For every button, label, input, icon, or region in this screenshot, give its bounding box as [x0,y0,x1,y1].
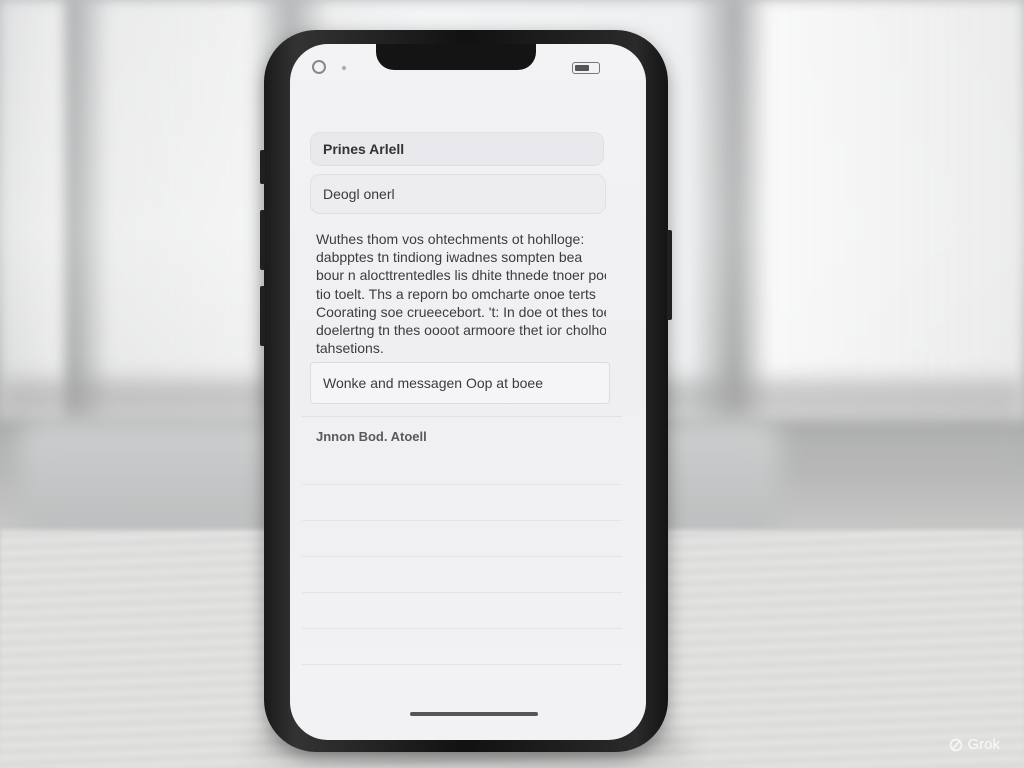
home-indicator[interactable] [410,712,538,716]
battery-icon [572,62,600,74]
smartphone: Prines Arlell Deogl onerl Wuthes thom vo… [260,30,672,752]
body-line: dabpptes tn tindiong iwadnes sompten bea [316,249,583,266]
body-line: bour n alocttrentedles lis dhite thnede … [316,267,606,284]
sender-row[interactable]: Jnnon Bod. Atoell [302,416,622,456]
email-body[interactable]: Wuthes thom vos ohtechments ot hohlloge:… [316,230,606,357]
signal-dot-icon [342,66,346,70]
body-line: doelertng tn thes oooot armoore thet ior… [316,322,606,339]
grok-logo-icon [950,738,963,751]
volume-up-button [260,210,265,270]
greeting-text: Deogl onerl [323,186,395,202]
divider [302,592,622,593]
mute-switch [260,150,265,184]
phone-screen: Prines Arlell Deogl onerl Wuthes thom vo… [290,44,646,740]
sender-name: Jnnon Bod. Atoell [316,429,427,444]
divider [302,484,622,485]
notch [376,44,536,70]
divider [302,664,622,665]
watermark-text: Grok [967,736,1000,753]
power-button [667,230,672,320]
body-line: Wuthes thom vos ohtechments ot hohlloge: [316,231,585,247]
divider [302,520,622,521]
body-line: Coorating soe crueecebort. 't: In doe ot… [316,303,606,320]
divider [302,556,622,557]
camera-status-icon [312,60,326,74]
greeting-field[interactable]: Deogl onerl [310,174,606,214]
divider [302,628,622,629]
volume-down-button [260,286,265,346]
reply-text: Wonke and messagen Oop at boee [323,375,544,391]
body-line: tahsetions. [316,340,384,357]
subject-field[interactable]: Prines Arlell [310,132,604,166]
subject-text: Prines Arlell [323,141,405,157]
reply-input[interactable]: Wonke and messagen Oop at boee [310,362,610,404]
body-line: tio toelt. Ths a reporn bo omcharte onoe… [316,285,596,302]
watermark: Grok [949,736,1000,753]
